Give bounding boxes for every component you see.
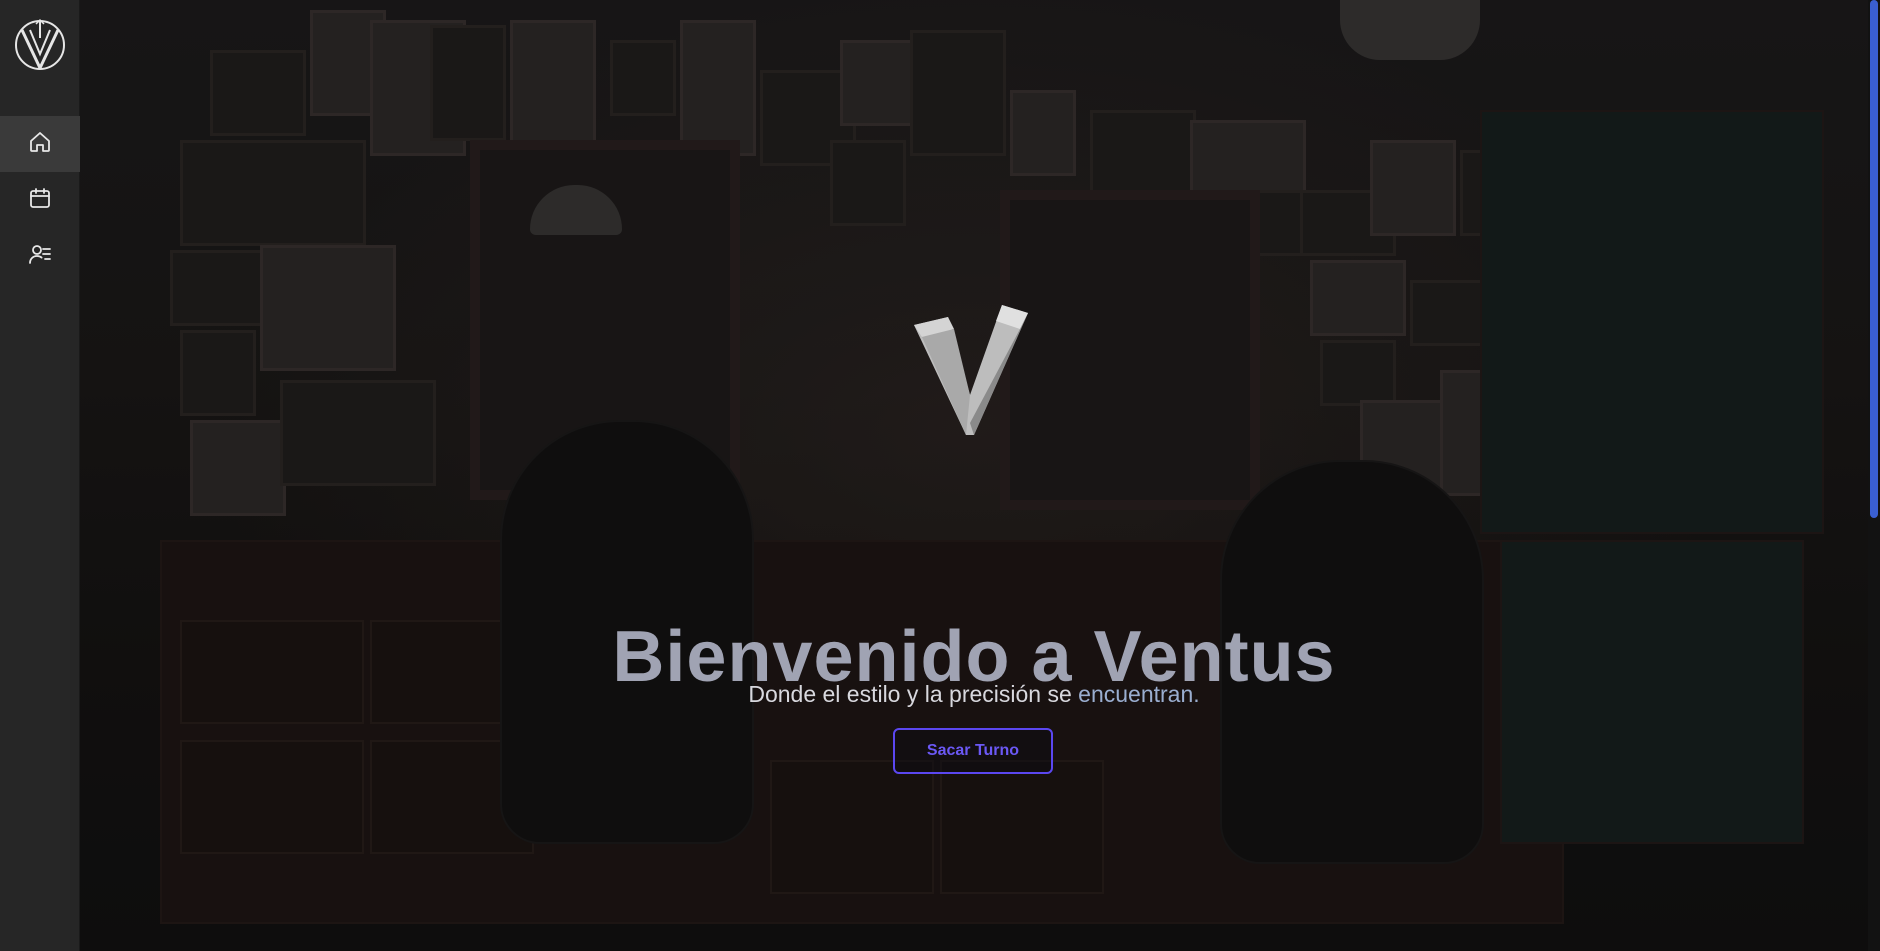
home-icon (28, 130, 52, 159)
hero-subtitle: Donde el estilo y la precisión se encuen… (80, 681, 1868, 708)
hero-section: Bienvenido a Ventus Donde el estilo y la… (80, 0, 1868, 951)
sacar-turno-button[interactable]: Sacar Turno (893, 728, 1053, 774)
hero-subtitle-main: Donde el estilo y la precisión se (748, 681, 1079, 707)
sidebar (0, 0, 80, 951)
nav-home[interactable] (0, 116, 80, 172)
nav-users[interactable] (0, 228, 80, 284)
nav-calendar[interactable] (0, 172, 80, 228)
ventus-logo-icon[interactable] (14, 16, 66, 72)
vertical-scrollbar[interactable] (1868, 0, 1880, 951)
calendar-icon (28, 186, 52, 215)
user-list-icon (28, 242, 52, 271)
scrollbar-thumb[interactable] (1870, 0, 1878, 518)
hero-subtitle-end: . (1193, 681, 1200, 707)
app-root: Bienvenido a Ventus Donde el estilo y la… (0, 0, 1880, 951)
hero-subtitle-accent: encuentran (1078, 681, 1194, 707)
ventus-3d-v-logo (910, 295, 1030, 440)
